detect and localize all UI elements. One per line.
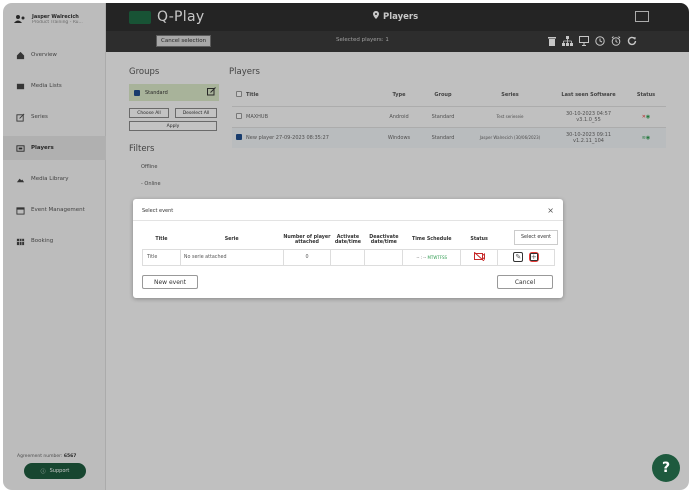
row-actions: ✎ + xyxy=(497,248,555,266)
table-header: Title Serie Number of player attached Ac… xyxy=(143,231,555,249)
col-activate: Activate date/time xyxy=(334,234,361,245)
edit-icon[interactable]: ✎ xyxy=(513,252,524,262)
modal-title: Select event xyxy=(142,208,174,214)
add-icon[interactable]: + xyxy=(528,252,539,262)
status-inactive-icon xyxy=(460,248,499,266)
col-schedule: Time Schedule xyxy=(411,237,452,243)
col-players: Number of player attached xyxy=(283,234,331,245)
table-row[interactable]: Title No serie attached 0 -- : -- MTWTFS… xyxy=(142,248,555,266)
col-status: Status xyxy=(470,237,488,243)
col-deactivate: Deactivate date/time xyxy=(369,234,399,245)
select-event-modal: Select event × Title Serie Number of pla… xyxy=(133,199,563,298)
close-icon[interactable]: × xyxy=(547,206,554,215)
event-schedule: -- : -- MTWTFSS xyxy=(402,248,462,266)
select-event-button[interactable]: Select event xyxy=(514,230,558,245)
event-serie: No serie attached xyxy=(179,248,284,266)
cancel-button[interactable]: Cancel xyxy=(497,275,553,289)
help-button[interactable]: ? xyxy=(652,454,680,482)
new-event-button[interactable]: New event xyxy=(142,275,198,289)
col-serie: Serie xyxy=(224,237,239,243)
app-window: Jasper Walrecich Product Training - Ru..… xyxy=(3,3,689,490)
event-players: 0 xyxy=(282,248,332,266)
divider xyxy=(133,220,563,221)
event-activate xyxy=(330,248,366,266)
events-table: Title Serie Number of player attached Ac… xyxy=(142,231,555,266)
event-title: Title xyxy=(142,248,181,266)
event-deactivate xyxy=(364,248,404,266)
col-title: Title xyxy=(155,237,168,243)
